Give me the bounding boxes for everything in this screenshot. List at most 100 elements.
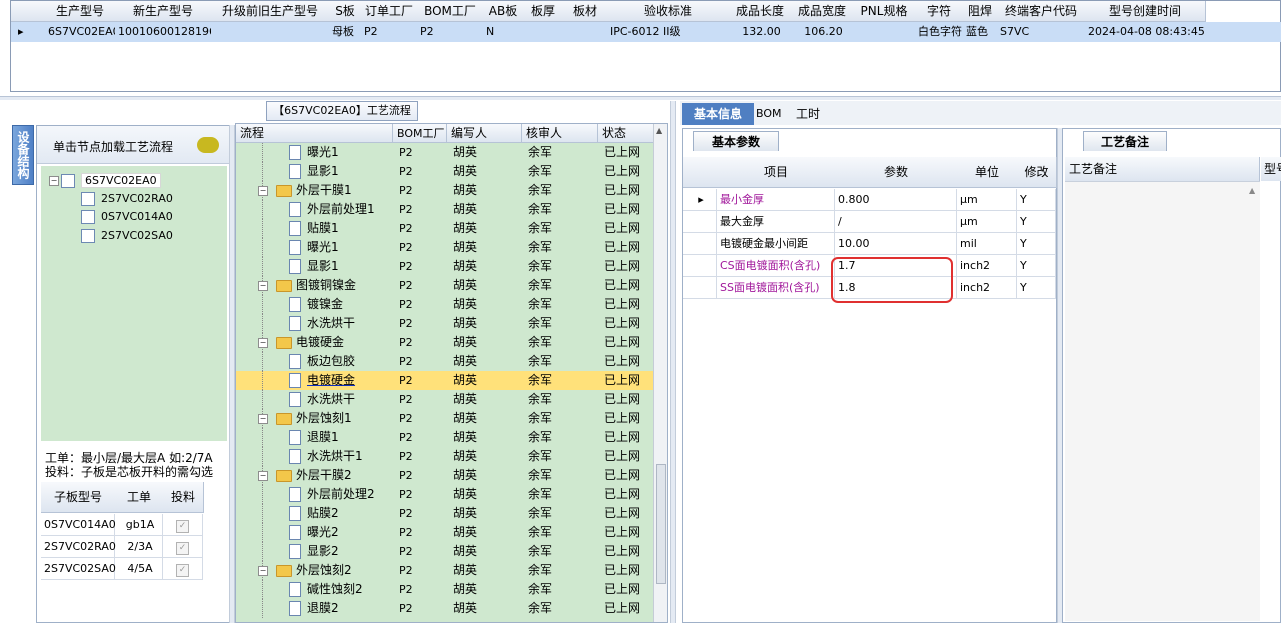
tree-child-node[interactable]: 0S7VC014A0 [81, 208, 173, 226]
model-row-selected[interactable]: ▸ 6S7VC02EA0 10010600128196 母板 P2 P2 N IPC-6012… [11, 22, 1281, 42]
flow-step-name[interactable]: 曝光1 [236, 143, 393, 162]
col-header-15[interactable]: 终端客户代码 [997, 1, 1086, 22]
flow-row[interactable]: 退膜1 P2 胡英 余军 已上网 [236, 428, 656, 447]
flow-row[interactable]: − 外层蚀刻2 P2 胡英 余军 已上网 [236, 561, 656, 580]
cell-material[interactable] [563, 22, 607, 42]
flow-col-header[interactable]: 核审人 [522, 124, 598, 143]
collapse-icon[interactable]: − [49, 176, 59, 186]
sub-row-order[interactable]: gb1A [115, 514, 163, 536]
cell-bom_factory[interactable]: P2 [417, 22, 483, 42]
cell-s_board[interactable]: 母板 [329, 22, 361, 42]
param-col-header[interactable]: 参数 [835, 157, 958, 188]
param-item[interactable]: 最大金厚 [717, 211, 835, 233]
tree-child-node[interactable]: 2S7VC02SA0 [81, 227, 173, 245]
cell-order_factory[interactable]: P2 [361, 22, 417, 42]
collapse-icon[interactable]: − [258, 185, 268, 196]
tab-bom[interactable]: BOM [750, 103, 788, 125]
sub-row-order[interactable]: 4/5A [115, 558, 163, 580]
flow-row[interactable]: 贴膜2 P2 胡英 余军 已上网 [236, 504, 656, 523]
param-value[interactable]: / [835, 211, 957, 233]
cell-char[interactable]: 白色字符 [915, 22, 963, 42]
param-item[interactable]: 电镀硬金最小间距 [717, 233, 835, 255]
tab-basic-info[interactable]: 基本信息 [682, 103, 754, 125]
collapse-icon[interactable]: − [258, 470, 268, 481]
sub-row-model[interactable]: 2S7VC02RA0 [41, 536, 116, 558]
flow-step-name[interactable]: 曝光1 [236, 238, 393, 257]
flow-col-header[interactable]: BOM工厂 [393, 124, 447, 143]
flow-row[interactable]: 曝光1 P2 胡英 余军 已上网 [236, 143, 656, 162]
flow-row[interactable]: 镀镍金 P2 胡英 余军 已上网 [236, 295, 656, 314]
param-value[interactable]: 0.800 [835, 189, 957, 211]
flow-row[interactable]: 外层前处理1 P2 胡英 余军 已上网 [236, 200, 656, 219]
flow-scrollbar[interactable]: ▲ [653, 124, 667, 622]
sub-grid-header[interactable]: 工单 [115, 482, 164, 513]
collapse-icon[interactable]: − [258, 280, 268, 291]
cell-created[interactable]: 2024-04-08 08:43:45 [1085, 22, 1205, 42]
col-header-7[interactable]: 板厚 [523, 1, 564, 22]
device-structure-tab[interactable]: 设备结构 [12, 125, 34, 185]
flow-row[interactable]: 水洗烘干 P2 胡英 余军 已上网 [236, 314, 656, 333]
param-col-header[interactable]: 单位 [957, 157, 1018, 188]
cell-mask[interactable]: 蓝色 [963, 22, 997, 42]
flow-step-name[interactable]: − 电镀硬金 [236, 333, 393, 352]
flow-step-name[interactable]: 曝光2 [236, 523, 393, 542]
flow-row[interactable]: 曝光2 P2 胡英 余军 已上网 [236, 523, 656, 542]
cell-old_model[interactable] [211, 22, 329, 42]
col-header-9[interactable]: 验收标准 [607, 1, 730, 22]
flow-step-name[interactable]: 外层前处理2 [236, 485, 393, 504]
collapse-icon[interactable]: − [258, 413, 268, 424]
remark-col-header[interactable]: 工艺备注 [1065, 157, 1260, 181]
feed-checkbox[interactable]: ✓ [176, 520, 189, 533]
flow-step-name[interactable]: 镀镍金 [236, 295, 393, 314]
flow-step-name[interactable]: − 外层蚀刻2 [236, 561, 393, 580]
flow-row[interactable]: − 图镀铜镍金 P2 胡英 余军 已上网 [236, 276, 656, 295]
col-header-0[interactable]: 生产型号 [45, 1, 116, 22]
model-col-header[interactable]: 型号 [1261, 157, 1281, 181]
flow-row[interactable]: − 外层干膜2 P2 胡英 余军 已上网 [236, 466, 656, 485]
remark-body[interactable]: ▲ [1065, 181, 1260, 621]
cell-new_model[interactable]: 10010600128196 [115, 22, 211, 42]
flow-step-name[interactable]: 电镀硬金 [236, 371, 393, 390]
flow-row[interactable]: 碱性蚀刻2 P2 胡英 余军 已上网 [236, 580, 656, 599]
tree-child-node[interactable]: 2S7VC02RA0 [81, 190, 173, 208]
flow-row[interactable]: 水洗烘干1 P2 胡英 余军 已上网 [236, 447, 656, 466]
flow-step-name[interactable]: − 图镀铜镍金 [236, 276, 393, 295]
flow-title-tab[interactable]: 【6S7VC02EA0】工艺流程 [266, 101, 418, 121]
flow-step-name[interactable]: − 外层干膜1 [236, 181, 393, 200]
flow-row[interactable]: 电镀硬金 P2 胡英 余军 已上网 [236, 371, 656, 390]
col-header-2[interactable]: 升级前旧生产型号 [211, 1, 330, 22]
flow-step-name[interactable]: 贴膜2 [236, 504, 393, 523]
flow-step-name[interactable]: 退膜2 [236, 599, 393, 618]
flow-row[interactable]: 板边包胶 P2 胡英 余军 已上网 [236, 352, 656, 371]
flow-step-name[interactable]: 外层前处理1 [236, 200, 393, 219]
middle-splitter[interactable] [670, 101, 676, 623]
col-header-4[interactable]: 订单工厂 [361, 1, 418, 22]
flow-step-name[interactable]: 显影1 [236, 257, 393, 276]
sub-row-order[interactable]: 2/3A [115, 536, 163, 558]
param-item[interactable]: 最小金厚 [717, 189, 835, 211]
scroll-thumb[interactable] [656, 464, 666, 584]
cell-prod_model[interactable]: 6S7VC02EA0 [45, 22, 115, 42]
col-header-12[interactable]: PNL规格 [853, 1, 916, 22]
cell-width[interactable]: 106.20 [791, 22, 853, 42]
cell-pnl[interactable] [853, 22, 915, 42]
cell-ab_board[interactable]: N [483, 22, 523, 42]
cell-thickness[interactable] [523, 22, 563, 42]
col-header-6[interactable]: AB板 [483, 1, 524, 22]
col-header-13[interactable]: 字符 [915, 1, 964, 22]
col-header-14[interactable]: 阻焊 [963, 1, 998, 22]
flow-col-header[interactable]: 流程 [236, 124, 393, 143]
flow-step-name[interactable]: 显影2 [236, 542, 393, 561]
flow-row[interactable]: 退膜2 P2 胡英 余军 已上网 [236, 599, 656, 618]
col-header-16[interactable]: 型号创建时间 [1085, 1, 1206, 22]
param-item[interactable]: CS面电镀面积(含孔) [717, 255, 835, 277]
flow-step-name[interactable]: 显影1 [236, 162, 393, 181]
feed-checkbox[interactable]: ✓ [176, 564, 189, 577]
flow-row[interactable]: − 电镀硬金 P2 胡英 余军 已上网 [236, 333, 656, 352]
param-col-header[interactable]: 修改 [1017, 157, 1057, 188]
feed-checkbox[interactable]: ✓ [176, 542, 189, 555]
scroll-up-icon[interactable]: ▲ [656, 126, 662, 135]
cell-standard[interactable]: IPC-6012 II级 [607, 22, 729, 42]
flow-row[interactable]: − 外层蚀刻1 P2 胡英 余军 已上网 [236, 409, 656, 428]
cell-length[interactable]: 132.00 [729, 22, 791, 42]
